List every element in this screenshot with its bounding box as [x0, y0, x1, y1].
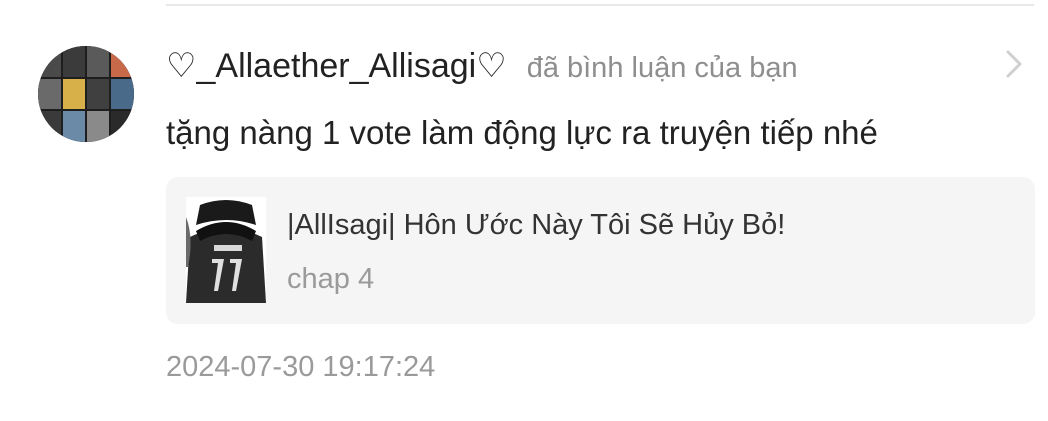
comment-text: tặng nàng 1 vote làm động lực ra truyện … — [166, 114, 878, 151]
story-card[interactable]: |AllIsagi| Hôn Ước Này Tôi Sẽ Hủy Bỏ! ch… — [166, 177, 1035, 324]
notification-item[interactable]: ♡_Allaether_Allisagi♡ đã bình luận của b… — [0, 0, 1048, 421]
avatar-image — [38, 46, 134, 142]
user-avatar[interactable] — [38, 46, 134, 142]
notification-header: ♡_Allaether_Allisagi♡ đã bình luận của b… — [166, 40, 988, 92]
story-title: |AllIsagi| Hôn Ước Này Tôi Sẽ Hủy Bỏ! — [287, 209, 786, 241]
story-cover-image — [186, 197, 266, 303]
username-link[interactable]: ♡_Allaether_Allisagi♡ — [166, 40, 507, 92]
timestamp: 2024-07-30 19:17:24 — [166, 351, 436, 383]
divider — [166, 4, 1034, 6]
chapter-label: chap 4 — [287, 263, 375, 295]
chevron-right-icon[interactable] — [1000, 46, 1028, 82]
action-text: đã bình luận của bạn — [526, 52, 798, 84]
